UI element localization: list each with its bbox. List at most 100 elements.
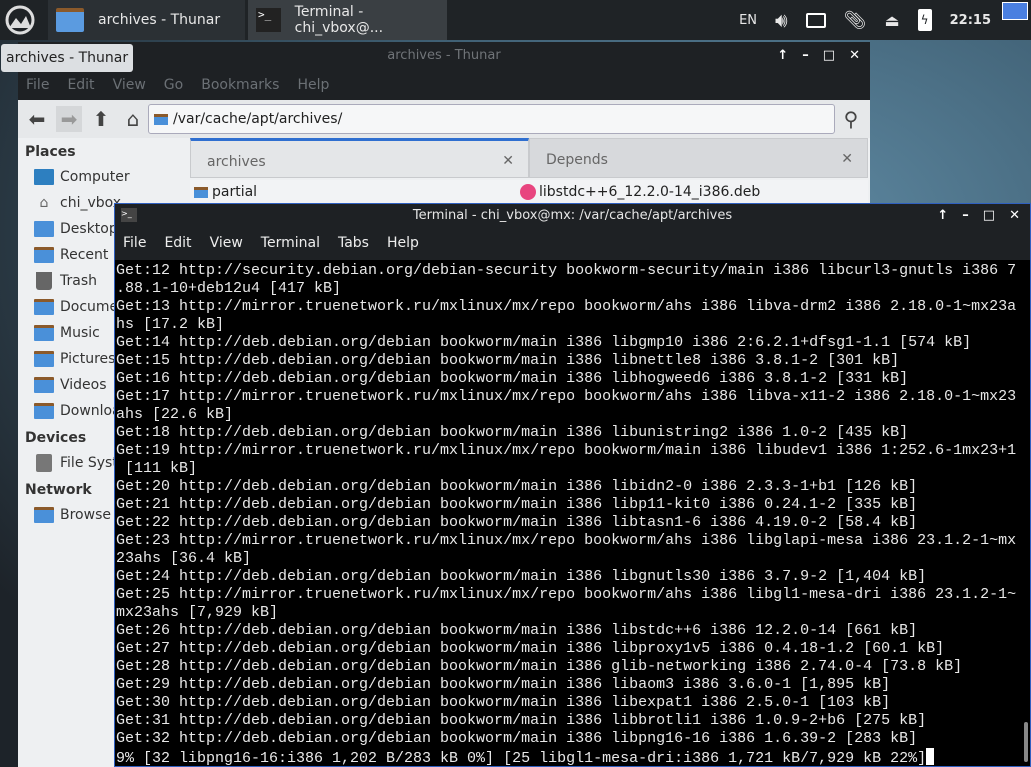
terminal-line: Get:24 http://deb.debian.org/debian book…	[116, 568, 927, 585]
sidebar-label: Desktop	[60, 221, 118, 237]
maximize-icon[interactable]: □	[823, 42, 835, 70]
terminal-output[interactable]: Get:12 http://security.debian.org/debian…	[115, 260, 1019, 766]
terminal-line: ahs [22.6 kB]	[116, 406, 234, 423]
music-icon	[34, 325, 54, 341]
terminal-line: Get:21 http://deb.debian.org/debian book…	[116, 496, 918, 513]
menu-edit[interactable]: Edit	[67, 77, 94, 93]
file-item[interactable]: partial	[194, 184, 257, 200]
task-thunar[interactable]: archives - Thunar	[48, 0, 245, 40]
sidebar-label: Videos	[60, 377, 107, 393]
window-title: archives - Thunar	[387, 48, 501, 63]
menu-help[interactable]: Help	[387, 235, 419, 251]
maximize-icon[interactable]: □	[983, 204, 995, 228]
battery-icon[interactable]: ϟ	[917, 9, 932, 31]
recent-icon	[34, 247, 54, 263]
terminal-line: Get:13 http://mirror.truenetwork.ru/mxli…	[116, 298, 1017, 315]
menu-file[interactable]: File	[26, 77, 49, 93]
terminal-menubar: File Edit View Terminal Tabs Help	[115, 228, 1030, 258]
progress-text: 9% [32 libpng16-16:i386 1,202 B/283 kB 0…	[116, 750, 927, 766]
task-label: Terminal - chi_vbox@...	[294, 4, 384, 36]
terminal-line: .88.1-10+deb12u4 [417 kB]	[116, 280, 342, 297]
minimize-icon[interactable]: –	[802, 42, 809, 70]
file-item[interactable]: libstdc++6_12.2.0-14_i386.deb	[520, 184, 760, 200]
up-arrow-icon[interactable]: ⬆	[88, 106, 114, 132]
clock[interactable]: 22:15	[950, 13, 991, 28]
location-text: /var/cache/apt/archives/	[173, 111, 343, 127]
menu-go[interactable]: Go	[164, 77, 183, 93]
volume-icon[interactable]: 🔊︎	[775, 8, 788, 32]
eject-icon[interactable]: ⏏	[884, 11, 899, 30]
places-header: Places	[25, 144, 76, 160]
mx-logo-icon[interactable]	[4, 4, 36, 36]
task-terminal[interactable]: >_ Terminal - chi_vbox@...	[248, 0, 447, 40]
terminal-icon: >_	[121, 208, 137, 222]
tab-depends[interactable]: Depends ✕	[529, 138, 868, 178]
tab-bar: archives ✕ Depends ✕	[190, 138, 868, 178]
terminal-line: Get:16 http://deb.debian.org/debian book…	[116, 370, 909, 387]
downloads-icon	[34, 403, 54, 419]
terminal-line: Get:31 http://deb.debian.org/debian book…	[116, 712, 927, 729]
search-icon[interactable]: ⚲	[838, 106, 864, 132]
system-tray: EN 🔊︎ 📎︎ ⏏ ϟ 22:15	[739, 0, 1031, 40]
menu-file[interactable]: File	[123, 235, 146, 251]
scrollbar-thumb[interactable]	[1024, 722, 1028, 762]
thunar-toolbar: ⬅ ➡ ⬆ ⌂ /var/cache/apt/archives/ ⚲	[18, 100, 870, 138]
raise-icon[interactable]: ↑	[937, 204, 948, 228]
minimize-icon[interactable]: –	[962, 204, 969, 228]
network-icon[interactable]	[805, 12, 826, 28]
sidebar-label: Pictures	[60, 351, 116, 367]
home-icon[interactable]: ⌂	[120, 106, 146, 132]
terminal-scrollbar[interactable]	[1019, 260, 1030, 766]
terminal-line: Get:19 http://mirror.truenetwork.ru/mxli…	[116, 442, 1017, 459]
terminal-line: Get:32 http://deb.debian.org/debian book…	[116, 730, 918, 747]
terminal-line: 23ahs [36.4 kB]	[116, 550, 252, 567]
close-tab-icon[interactable]: ✕	[502, 153, 514, 169]
terminal-titlebar[interactable]: >_ Terminal - chi_vbox@mx: /var/cache/ap…	[115, 204, 1030, 228]
menu-help[interactable]: Help	[297, 77, 329, 93]
sidebar-label: Trash	[60, 273, 97, 289]
pictures-icon	[34, 351, 54, 367]
folder-icon	[194, 186, 208, 198]
sidebar-label: Music	[60, 325, 100, 341]
sidebar-label: Recent	[60, 247, 109, 263]
keyboard-layout[interactable]: EN	[739, 13, 757, 28]
file-name: partial	[212, 184, 258, 200]
terminal-line: Get:18 http://deb.debian.org/debian book…	[116, 424, 909, 441]
menu-edit[interactable]: Edit	[164, 235, 191, 251]
terminal-line: Get:20 http://deb.debian.org/debian book…	[116, 478, 918, 495]
videos-icon	[34, 377, 54, 393]
clipboard-icon[interactable]: 📎︎	[844, 10, 867, 31]
menu-view[interactable]: View	[113, 77, 146, 93]
raise-icon[interactable]: ↑	[777, 42, 788, 70]
folder-icon	[154, 113, 168, 125]
menu-bookmarks[interactable]: Bookmarks	[201, 77, 279, 93]
terminal-window: >_ Terminal - chi_vbox@mx: /var/cache/ap…	[114, 203, 1031, 767]
tab-archives[interactable]: archives ✕	[190, 138, 529, 178]
terminal-line: Get:26 http://deb.debian.org/debian book…	[116, 622, 918, 639]
terminal-line: hs [17.2 kB]	[116, 316, 225, 333]
close-icon[interactable]: ✕	[1009, 204, 1020, 228]
forward-arrow-icon[interactable]: ➡	[56, 106, 82, 132]
menu-tabs[interactable]: Tabs	[338, 235, 369, 251]
trash-icon	[36, 272, 52, 290]
menu-terminal[interactable]: Terminal	[261, 235, 320, 251]
workspace-switcher[interactable]	[1002, 2, 1028, 20]
location-bar[interactable]: /var/cache/apt/archives/	[148, 104, 835, 134]
close-icon[interactable]: ✕	[849, 42, 860, 70]
close-tab-icon[interactable]: ✕	[841, 151, 853, 167]
thunar-titlebar[interactable]: archives - Thunar ↑ – □ ✕	[18, 42, 870, 70]
terminal-line: Get:22 http://deb.debian.org/debian book…	[116, 514, 918, 531]
terminal-line: [111 kB]	[116, 460, 198, 477]
computer-icon	[34, 169, 54, 185]
tab-label: Depends	[546, 152, 608, 168]
thunar-menubar: File Edit View Go Bookmarks Help	[18, 70, 870, 100]
back-arrow-icon[interactable]: ⬅	[24, 106, 50, 132]
terminal-line: Get:23 http://mirror.truenetwork.ru/mxli…	[116, 532, 1017, 549]
sidebar-item-computer[interactable]: Computer	[18, 164, 190, 190]
tab-label: archives	[207, 154, 266, 170]
sidebar-label: Computer	[60, 169, 130, 185]
terminal-line: Get:28 http://deb.debian.org/debian book…	[116, 658, 963, 675]
documents-icon	[34, 299, 54, 315]
drive-icon	[36, 454, 52, 472]
menu-view[interactable]: View	[210, 235, 243, 251]
